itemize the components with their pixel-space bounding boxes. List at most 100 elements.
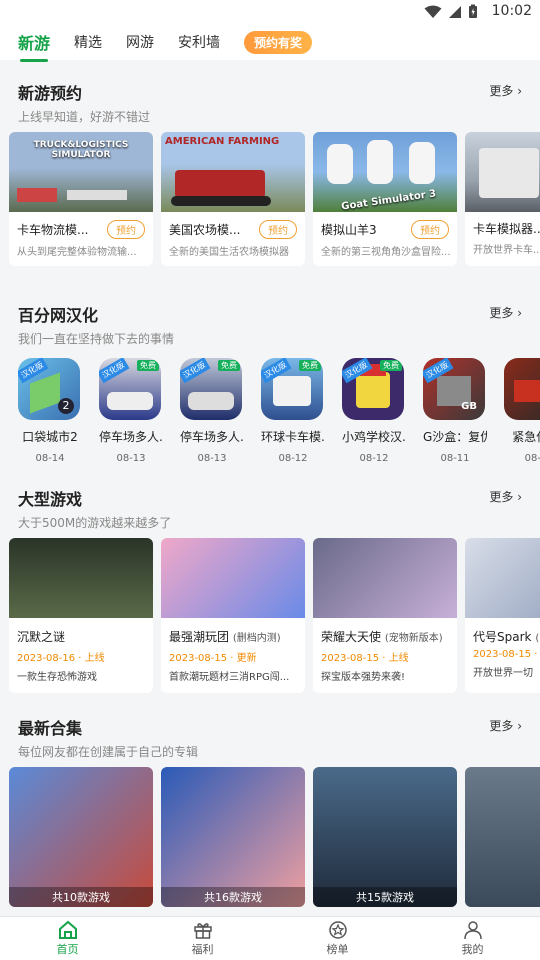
game-release: 2023-08-15 · 上线: [321, 653, 409, 664]
game-desc: 全新的美国生活农场模拟器: [169, 247, 289, 258]
more-link[interactable]: 更多 ›: [489, 488, 522, 505]
collection-count: 共15款游戏: [313, 887, 457, 907]
preorder-card[interactable]: TRUCK&LOGISTICS SIMULATOR 卡车物流模... 预约 从头…: [9, 132, 153, 266]
collection-card[interactable]: 共15款游戏: [313, 767, 457, 907]
collection-count: 共10款游戏: [9, 887, 153, 907]
trophy-icon: [328, 921, 347, 939]
section-subtitle: 大于500M的游戏越来越多了: [18, 516, 172, 530]
section-localized: 百分网汉化 更多 › 我们一直在坚持做下去的事情 2 汉化版 口袋城市2 08-…: [0, 290, 540, 464]
nav-home[interactable]: 首页: [0, 917, 135, 960]
game-card[interactable]: 沉默之谜 2023-08-16 · 上线 一款生存恐怖游戏: [9, 538, 153, 693]
preorder-card[interactable]: 卡车模拟器... 开放世界卡车...: [465, 132, 540, 266]
app-item[interactable]: 汉化版 免费 小鸡学校汉... 08-12: [342, 358, 406, 464]
big-games-list[interactable]: 沉默之谜 2023-08-16 · 上线 一款生存恐怖游戏 最强潮玩团 (删档内…: [0, 532, 540, 693]
app-date: 08-12: [359, 453, 389, 464]
game-cover: [465, 538, 540, 618]
section-preorder: 新游预约 更多 › 上线早知道，好游不错过 TRUCK&LOGISTICS SI…: [0, 68, 540, 266]
battery-icon: [469, 4, 477, 18]
nav-label: 首页: [56, 943, 79, 956]
status-bar: 10:02: [0, 0, 540, 24]
section-title: 最新合集: [18, 719, 83, 738]
game-card[interactable]: 荣耀大天使 (宠物新版本) 2023-08-15 · 上线 探宝版本强势来袭!: [313, 538, 457, 693]
more-link[interactable]: 更多 ›: [489, 82, 522, 99]
app-date: 08-0: [524, 453, 540, 464]
collection-card[interactable]: 共16款游戏: [161, 767, 305, 907]
game-desc: 开放世界卡车...: [473, 245, 540, 256]
section-subtitle: 上线早知道，好游不错过: [18, 110, 151, 124]
tab-new-games[interactable]: 新游: [18, 30, 50, 62]
game-note: (删档内测): [232, 633, 281, 644]
nav-label: 福利: [191, 943, 214, 956]
app-date: 08-11: [440, 453, 470, 464]
app-item[interactable]: GB 汉化版 G沙盒：复仇 08-11: [423, 358, 487, 464]
app-icon: 汉化版 免费: [261, 358, 323, 420]
chevron-right-icon: ›: [517, 306, 522, 320]
app-date: 08-12: [278, 453, 308, 464]
game-cover: Goat Simulator 3: [313, 132, 457, 212]
collection-card[interactable]: 共10款游戏: [9, 767, 153, 907]
game-note: (宠物新版本): [384, 633, 443, 644]
clock: 10:02: [491, 3, 532, 19]
nav-welfare[interactable]: 福利: [135, 917, 270, 960]
preorder-button[interactable]: 预约: [411, 220, 449, 239]
tab-featured[interactable]: 精选: [74, 32, 102, 52]
collection-card[interactable]: [465, 767, 540, 907]
app-icon: GB 汉化版: [423, 358, 485, 420]
game-desc: 从头到尾完整体验物流输...: [17, 247, 137, 258]
app-name: 停车场多人...: [180, 430, 244, 444]
app-item[interactable]: 2 汉化版 口袋城市2 08-14: [18, 358, 82, 464]
chevron-right-icon: ›: [517, 490, 522, 504]
wifi-icon: [424, 5, 442, 18]
game-desc: 开放世界一切: [473, 668, 533, 679]
app-item[interactable]: 汉化版 免费 环球卡车模... 08-12: [261, 358, 325, 464]
main-feed[interactable]: 新游预约 更多 › 上线早知道，好游不错过 TRUCK&LOGISTICS SI…: [0, 60, 540, 916]
preorder-button[interactable]: 预约: [107, 220, 145, 239]
chevron-right-icon: ›: [517, 84, 522, 98]
app-name: 小鸡学校汉...: [342, 430, 406, 444]
nav-profile[interactable]: 我的: [405, 917, 540, 960]
game-cover: [313, 538, 457, 618]
top-tabs: 新游 精选 网游 安利墙 预约有奖: [0, 24, 540, 62]
section-big-games: 大型游戏 更多 › 大于500M的游戏越来越多了 沉默之谜 2023-08-16…: [0, 474, 540, 693]
app-icon: 2 汉化版: [18, 358, 80, 420]
preorder-button[interactable]: 预约: [259, 220, 297, 239]
status-icons: [424, 4, 478, 19]
game-card[interactable]: 代号Spark ( 2023-08-15 · ... 开放世界一切: [465, 538, 540, 693]
game-name: 荣耀大天使: [321, 630, 382, 644]
app-icon: 汉化版 免费: [342, 358, 404, 420]
app-item[interactable]: 汉化版 免费 停车场多人... 08-13: [180, 358, 244, 464]
game-card[interactable]: 最强潮玩团 (删档内测) 2023-08-15 · 更新 首款潮玩题材三消RPG…: [161, 538, 305, 693]
game-desc: 探宝版本强势来袭!: [321, 672, 406, 683]
app-icon: [504, 358, 540, 420]
game-cover: [9, 538, 153, 618]
preorder-card[interactable]: Goat Simulator 3 模拟山羊3 预约 全新的第三视角角沙盒冒险..…: [313, 132, 457, 266]
gift-icon: [193, 923, 212, 939]
tab-recommend-wall[interactable]: 安利墙: [178, 32, 220, 52]
collections-list[interactable]: 共10款游戏 共16款游戏 共15款游戏: [0, 761, 540, 907]
more-link[interactable]: 更多 ›: [489, 304, 522, 321]
nav-label: 我的: [461, 943, 484, 956]
section-title: 大型游戏: [18, 490, 83, 509]
app-item[interactable]: 汉化版 免费 停车场多人... 08-13: [99, 358, 163, 464]
app-item[interactable]: 紧急任... 08-0: [504, 358, 540, 464]
preorder-list[interactable]: TRUCK&LOGISTICS SIMULATOR 卡车物流模... 预约 从头…: [0, 126, 540, 266]
localized-list[interactable]: 2 汉化版 口袋城市2 08-14 汉化版 免费 停车场多人... 08-13 …: [0, 348, 540, 464]
game-name: 卡车物流模...: [17, 223, 89, 237]
signal-icon: [449, 5, 461, 18]
game-name: 最强潮玩团: [169, 630, 230, 644]
more-link[interactable]: 更多 ›: [489, 717, 522, 734]
tab-online-games[interactable]: 网游: [126, 32, 154, 52]
preorder-card[interactable]: AMERICAN FARMING 美国农场模... 预约 全新的美国生活农场模拟…: [161, 132, 305, 266]
section-title: 百分网汉化: [18, 306, 99, 325]
section-collections: 最新合集 更多 › 每位网友都在创建属于自己的专辑 共10款游戏 共16款游戏 …: [0, 703, 540, 907]
app-date: 08-13: [116, 453, 146, 464]
game-cover: AMERICAN FARMING: [161, 132, 305, 212]
game-name: 美国农场模...: [169, 223, 241, 237]
section-subtitle: 我们一直在坚持做下去的事情: [18, 332, 175, 346]
bottom-nav: 首页 福利 榜单 我的: [0, 916, 540, 960]
nav-ranking[interactable]: 榜单: [270, 917, 405, 960]
tab-preorder-reward[interactable]: 预约有奖: [244, 30, 313, 54]
game-release: 2023-08-15 · 更新: [169, 653, 257, 664]
game-release: 2023-08-15 · ...: [473, 649, 540, 660]
home-icon: [58, 920, 77, 939]
